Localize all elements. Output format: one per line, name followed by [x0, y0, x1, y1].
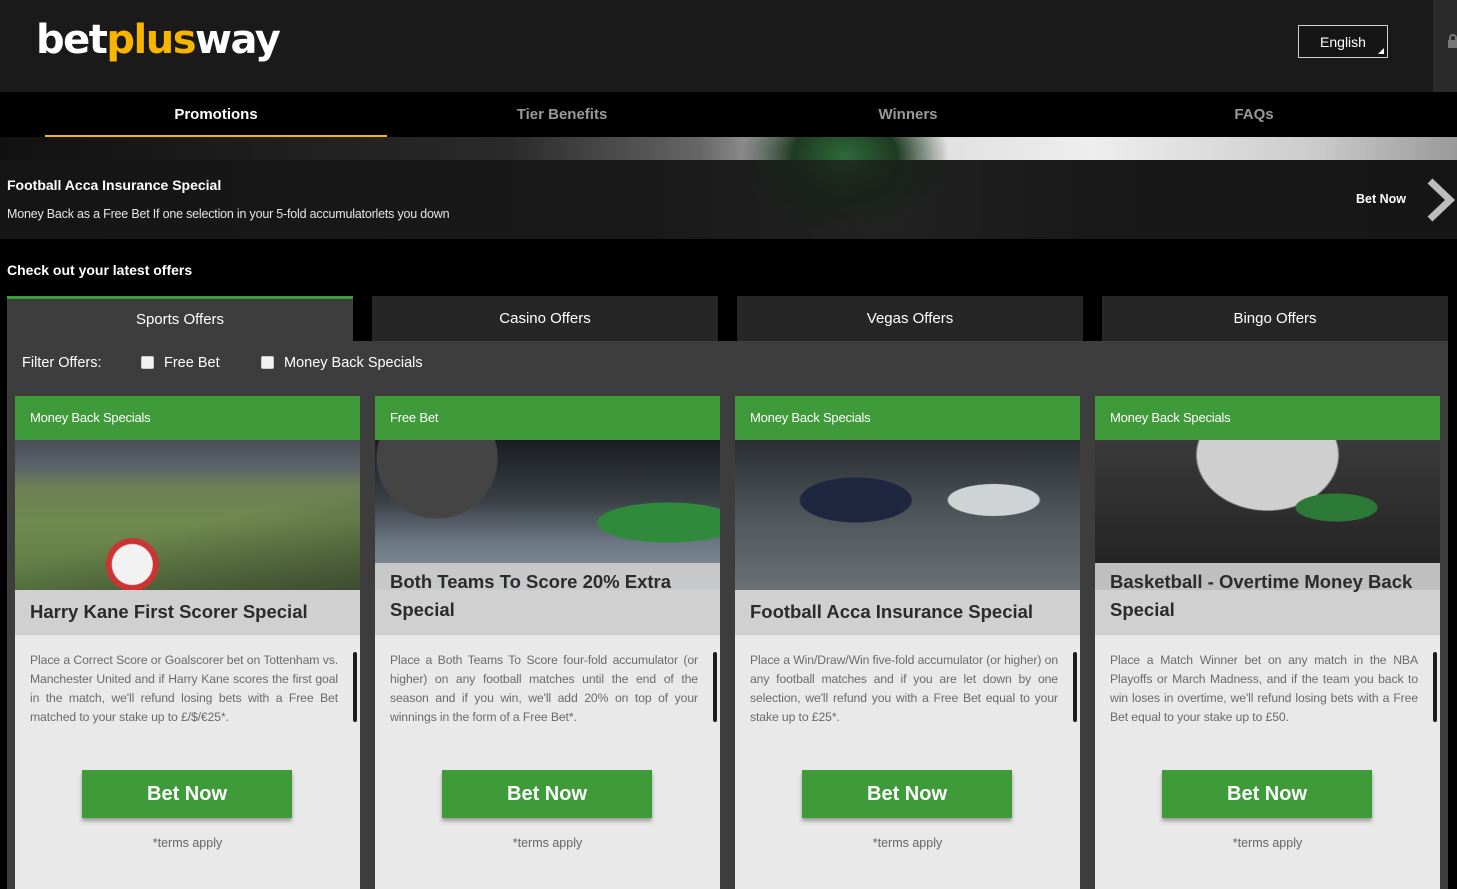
money-back-checkbox[interactable] [261, 356, 274, 369]
terms-link[interactable]: *terms apply [1095, 836, 1440, 850]
description-scrollbar[interactable] [353, 652, 357, 722]
tab-bingo-offers[interactable]: Bingo Offers [1102, 296, 1448, 341]
tab-sports-offers[interactable]: Sports Offers [7, 296, 353, 341]
chevron-right-icon[interactable] [1424, 178, 1456, 222]
bet-now-button[interactable]: Bet Now [1162, 770, 1372, 818]
offer-title: Both Teams To Score 20% Extra Special [375, 563, 720, 635]
offer-title: Basketball - Overtime Money Back Special [1095, 563, 1440, 635]
offer-card: Free Bet Both Teams To Score 20% Extra S… [375, 396, 720, 889]
logo-text-plus: plus [106, 17, 196, 63]
offer-title: Football Acca Insurance Special [735, 590, 1080, 635]
offer-description: Place a Match Winner bet on any match in… [1110, 653, 1418, 724]
banner-subtitle: Money Back as a Free Bet If one selectio… [7, 207, 450, 221]
language-select[interactable]: English [1298, 25, 1388, 58]
nav-tab-winners[interactable]: Winners [737, 92, 1079, 137]
banner-overlay [0, 160, 1457, 239]
description-scrollbar[interactable] [1433, 652, 1437, 722]
dropdown-corner-icon [1378, 48, 1384, 54]
free-bet-filter-label[interactable]: Free Bet [164, 355, 220, 371]
terms-link[interactable]: *terms apply [375, 836, 720, 850]
offers-heading: Check out your latest offers [7, 262, 193, 278]
terms-link[interactable]: *terms apply [15, 836, 360, 850]
tab-vegas-offers[interactable]: Vegas Offers [737, 296, 1083, 341]
offer-tag: Free Bet [375, 396, 720, 440]
description-scrollbar[interactable] [1073, 652, 1077, 722]
bet-now-button[interactable]: Bet Now [82, 770, 292, 818]
logo-text-way: way [195, 17, 281, 63]
offer-card: Money Back Specials Basketball - Overtim… [1095, 396, 1440, 889]
banner-photo [0, 137, 1457, 160]
filter-label: Filter Offers: [22, 355, 102, 371]
lock-icon[interactable] [1448, 34, 1457, 48]
language-select-value: English [1320, 34, 1366, 50]
banner-title: Football Acca Insurance Special [7, 177, 222, 193]
offer-tag: Money Back Specials [735, 396, 1080, 440]
offer-card: Money Back Specials Harry Kane First Sco… [15, 396, 360, 889]
offer-tag: Money Back Specials [15, 396, 360, 440]
money-back-filter-label[interactable]: Money Back Specials [284, 355, 423, 371]
free-bet-checkbox[interactable] [141, 356, 154, 369]
banner-bet-now-link[interactable]: Bet Now [1356, 192, 1406, 206]
offer-description: Place a Win/Draw/Win five-fold accumulat… [750, 653, 1058, 724]
offer-description: Place a Both Teams To Score four-fold ac… [390, 653, 698, 724]
main-nav: Promotions Tier Benefits Winners FAQs [0, 92, 1457, 137]
bet-now-button[interactable]: Bet Now [802, 770, 1012, 818]
tab-casino-offers[interactable]: Casino Offers [372, 296, 718, 341]
offer-image [15, 440, 360, 590]
bet-now-button[interactable]: Bet Now [442, 770, 652, 818]
offer-description: Place a Correct Score or Goalscorer bet … [30, 653, 338, 724]
logo-text-bet: bet [36, 17, 108, 63]
nav-tab-tier-benefits[interactable]: Tier Benefits [391, 92, 733, 137]
offer-title: Harry Kane First Scorer Special [15, 590, 360, 635]
offer-image [735, 440, 1080, 590]
description-scrollbar[interactable] [713, 652, 717, 722]
nav-tab-promotions[interactable]: Promotions [45, 92, 387, 137]
offer-tag: Money Back Specials [1095, 396, 1440, 440]
offer-card: Money Back Specials Football Acca Insura… [735, 396, 1080, 889]
betplusway-logo[interactable]: betplusway [36, 16, 281, 64]
terms-link[interactable]: *terms apply [735, 836, 1080, 850]
nav-tab-faqs[interactable]: FAQs [1083, 92, 1425, 137]
